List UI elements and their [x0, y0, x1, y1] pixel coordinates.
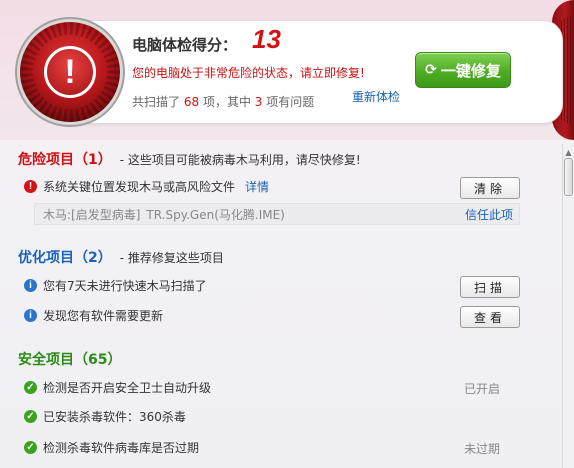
scan-summary: 共扫描了 68 项，其中 3 项有问题: [132, 93, 314, 110]
scan-prefix: 共扫描了: [132, 95, 181, 109]
safe-item: ✓ 检测杀毒软件病毒库是否过期: [24, 439, 199, 456]
safe-section-title: 安全项目（65）: [18, 352, 122, 368]
score-label: 电脑体检得分：: [132, 36, 238, 54]
header-panel: ! 电脑体检得分： 13 您的电脑处于非常危险的状态，请立即修复! 共扫描了 6…: [0, 0, 574, 140]
rescan-link[interactable]: 重新体检: [352, 88, 400, 105]
optimize-desc: - 推荐修复这些项目: [119, 251, 224, 265]
danger-item-text: 系统关键位置发现木马或高风险文件: [43, 180, 236, 194]
trust-item-link[interactable]: 信任此项: [465, 206, 513, 223]
check-icon: ✓: [24, 441, 37, 454]
scroll-up-icon[interactable]: ▲: [564, 148, 573, 157]
trojan-type: 木马:[启发型病毒]: [43, 207, 141, 222]
clear-button[interactable]: 清除: [460, 177, 520, 199]
vertical-scrollbar[interactable]: ▲: [562, 144, 574, 468]
refresh-icon: ⟳: [425, 62, 437, 78]
trojan-detail-row: 木马:[启发型病毒] TR.Spy.Gen(马化腾.IME) 信任此项: [34, 203, 520, 225]
details-link[interactable]: 详情: [245, 178, 269, 195]
results-list: 危险项目（1） - 这些项目可能被病毒木马利用，请尽快修复! ! 系统关键位置发现…: [0, 140, 562, 468]
danger-title: 危险项目（1）: [18, 152, 112, 168]
fix-all-button[interactable]: ⟳ 一键修复: [415, 52, 511, 88]
score-value: 13: [252, 24, 281, 54]
trojan-name: TR.Spy.Gen(马化腾.IME): [146, 207, 285, 222]
optimize-item-text: 发现您有软件需要更新: [43, 309, 164, 323]
info-icon: i: [24, 279, 37, 292]
view-button[interactable]: 查看: [460, 306, 520, 328]
scan-mid: 项，其中: [202, 95, 251, 109]
exclamation-icon: !: [44, 46, 96, 98]
scroll-thumb[interactable]: [564, 158, 573, 196]
optimize-section-title: 优化项目（2） - 推荐修复这些项目: [18, 247, 224, 267]
safe-item-text: 检测杀毒软件病毒库是否过期: [43, 441, 200, 455]
safe-item-text: 检测是否开启安全卫士自动升级: [43, 381, 212, 395]
optimize-item: i 您有7天未进行快速木马扫描了: [24, 277, 207, 294]
check-icon: ✓: [24, 410, 37, 423]
optimize-item-text: 您有7天未进行快速木马扫描了: [43, 279, 207, 293]
alert-badge: !: [20, 22, 120, 122]
warning-text: 您的电脑处于非常危险的状态，请立即修复!: [132, 66, 365, 80]
optimize-title: 优化项目（2）: [18, 250, 112, 266]
status-text: 已开启: [464, 382, 501, 396]
safe-item: ✓ 检测是否开启安全卫士自动升级: [24, 379, 211, 396]
fix-all-label: 一键修复: [440, 61, 501, 80]
scan-suffix: 项有问题: [266, 95, 315, 109]
safe-item-text: 已安装杀毒软件：360杀毒: [43, 410, 186, 424]
optimize-item: i 发现您有软件需要更新: [24, 307, 163, 324]
info-icon: i: [24, 309, 37, 322]
scan-button[interactable]: 扫描: [460, 276, 520, 298]
danger-item: ! 系统关键位置发现木马或高风险文件 详情: [24, 178, 269, 195]
danger-icon: !: [24, 180, 37, 193]
check-icon: ✓: [24, 381, 37, 394]
scan-issues: 3: [254, 95, 263, 109]
safe-item: ✓ 已安装杀毒软件：360杀毒: [24, 408, 186, 425]
danger-desc: - 这些项目可能被病毒木马利用，请尽快修复!: [119, 153, 361, 167]
danger-section-title: 危险项目（1） - 这些项目可能被病毒木马利用，请尽快修复!: [18, 149, 361, 169]
scan-total: 68: [183, 95, 200, 109]
status-text: 未过期: [464, 442, 501, 456]
